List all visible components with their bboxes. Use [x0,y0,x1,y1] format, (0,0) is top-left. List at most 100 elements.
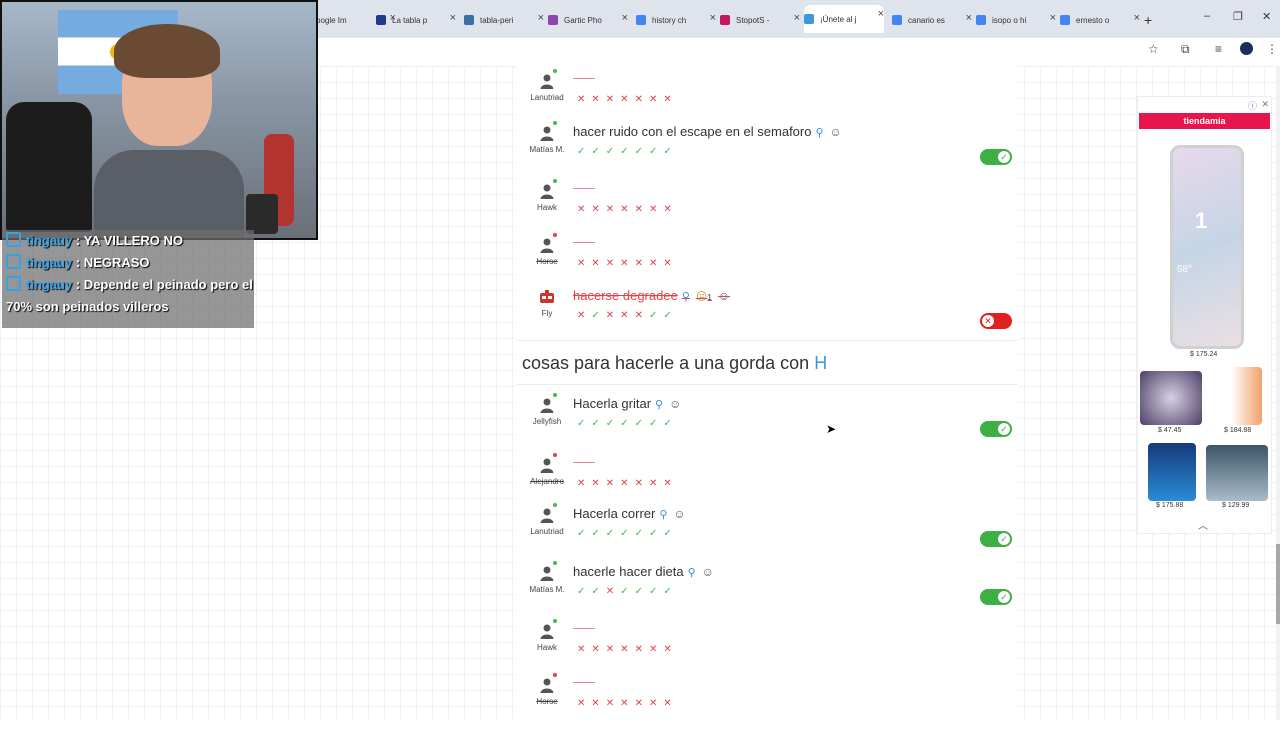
answer-text: Hacerla correr ⚲ ☺ [573,506,686,521]
vote-cross-icon: ✕ [591,258,606,269]
new-tab-button[interactable]: + [1144,9,1152,31]
add-reaction-icon[interactable]: ☺ [673,507,685,521]
tab-close-icon[interactable]: × [966,12,972,24]
tab-close-icon[interactable]: × [538,12,544,24]
vote-cross-icon: ✕ [663,204,678,215]
vote-check-icon: ✓ [648,586,664,597]
browser-tab[interactable]: La tabla p × [376,9,456,31]
ad-price[interactable]: $ 175.88 [1156,502,1183,509]
minimize-button[interactable]: – [1204,10,1210,22]
vote-cross-icon: ✕ [605,310,621,321]
ad-brand-bar[interactable]: tiendamia [1139,113,1270,129]
browser-tab[interactable]: StopotS - × [720,9,800,31]
vote-cross-icon: ✕ [620,258,635,269]
add-reaction-icon[interactable]: ☺ [718,289,730,303]
ad-price[interactable]: $ 175.24 [1190,351,1217,358]
window-close-button[interactable]: ✕ [1262,10,1271,23]
ad-product-thumb[interactable] [1206,445,1268,501]
vote-cross-icon: ✕ [577,478,592,489]
ad-product-thumb[interactable] [1140,371,1202,425]
vote-cross-icon: ✕ [620,94,635,105]
browser-tab[interactable]: Gartic Pho × [548,9,628,31]
media-control-icon[interactable]: ≡ [1215,42,1222,56]
vote-cross-icon: ✕ [591,478,606,489]
ad-collapse-chevron-icon[interactable]: ︿ [1198,517,1208,532]
search-answer-icon[interactable]: ⚲ [682,291,690,303]
empty-answer-line [573,628,595,629]
answer-label: hacerle hacer dieta [573,564,684,579]
browser-menu-icon[interactable]: ⋮ [1266,42,1278,56]
tab-close-icon[interactable]: × [1134,12,1140,24]
vote-cross-icon: ✕ [591,94,606,105]
scrollbar-thumb[interactable] [1276,544,1280,624]
add-reaction-icon[interactable]: ☺ [669,397,681,411]
tab-close-icon[interactable]: × [1050,12,1056,24]
valid-toggle[interactable]: ✓ [980,421,1012,437]
browser-tab[interactable]: isopo o hi × [976,9,1056,31]
vote-cross-icon: ✕ [620,204,635,215]
ad-product-thumb[interactable] [1210,367,1262,425]
bookmark-star-icon[interactable]: ☆ [1148,42,1159,56]
vote-check-icon: ✓ [663,586,678,597]
tab-close-icon[interactable]: × [450,12,456,24]
extensions-icon[interactable]: ⧉ [1181,42,1190,57]
tab-label: history ch [652,15,687,25]
vote-cross-icon: ✕ [577,698,592,709]
search-answer-icon[interactable]: ⚲ [659,509,667,521]
ad-close-icon[interactable]: ✕ [1261,99,1269,110]
browser-tab[interactable]: tabla-peri × [464,9,544,31]
chat-text: : YA VILLERO NO [75,233,184,248]
chat-badge-icon [6,254,21,269]
add-reaction-icon[interactable]: ☺ [830,125,842,139]
vote-cross-icon: ✕ [634,94,649,105]
player-cell: Lanutriad [524,69,570,102]
ad-price[interactable]: $ 47.45 [1158,427,1181,434]
ad-product-thumb[interactable] [1148,443,1196,501]
reaction-count: 1 [707,293,712,302]
tab-favicon-icon [464,15,474,25]
valid-toggle[interactable]: ✓ [980,531,1012,547]
profile-avatar-icon[interactable] [1240,42,1253,55]
tab-close-icon[interactable]: × [622,12,628,24]
angry-reaction-icon[interactable]: ☹ [696,291,707,303]
vote-marks: ✕✕✕✕✕✕✕ [577,478,678,489]
vote-marks: ✕✓✕✕✕✓✓ [577,310,678,321]
status-dot [553,503,557,507]
tab-favicon-icon [636,15,646,25]
search-answer-icon[interactable]: ⚲ [655,399,663,411]
ad-price[interactable]: $ 129.99 [1222,502,1249,509]
valid-toggle[interactable]: ✓ [980,589,1012,605]
valid-toggle[interactable]: ✓ [980,149,1012,165]
invalid-toggle[interactable]: ✕ [980,313,1012,329]
ad-price[interactable]: $ 184.88 [1224,427,1251,434]
tab-close-icon[interactable]: × [710,12,716,24]
empty-answer-line [573,462,595,463]
add-reaction-icon[interactable]: ☺ [702,565,714,579]
person-icon [538,393,557,414]
robot-avatar-icon [538,288,556,306]
vote-check-icon: ✓ [663,146,678,157]
browser-tab[interactable]: canario es × [892,9,972,31]
tab-label: isopo o hi [992,15,1027,25]
search-answer-icon[interactable]: ⚲ [815,127,823,139]
tab-close-icon[interactable]: × [878,8,884,20]
vote-cross-icon: ✕ [648,94,664,105]
page-scrollbar[interactable] [1276,66,1280,720]
ad-info-icon[interactable]: ⓘ [1248,99,1257,112]
search-answer-icon[interactable]: ⚲ [688,567,696,579]
browser-tab[interactable]: history ch × [636,9,716,31]
browser-tab[interactable]: ernesto o × [1060,9,1140,31]
restore-button[interactable]: ❐ [1233,10,1243,23]
status-dot [553,673,557,677]
answer-row: Alejandro ✕✕✕✕✕✕✕ [516,453,1018,512]
answer-row: Hawk ✕✕✕✕✕✕✕ [516,179,1018,238]
check-icon: ✓ [998,151,1010,163]
tab-close-icon[interactable]: × [794,12,800,24]
vote-marks: ✕✕✕✕✕✕✕ [577,698,678,709]
browser-tab[interactable]: ¡Únete al j × [804,5,884,33]
vote-check-icon: ✓ [591,310,606,321]
tab-label: tabla-peri [480,15,514,25]
ad-banner[interactable]: ⓘ ✕ tiendamia 1 68° $ 175.24 $ 47.45 $ 1… [1137,96,1272,534]
answer-text: hacerse degradee ⚲ ☹1 ☺ [573,288,730,303]
ad-phone-image[interactable]: 1 68° [1170,145,1244,349]
